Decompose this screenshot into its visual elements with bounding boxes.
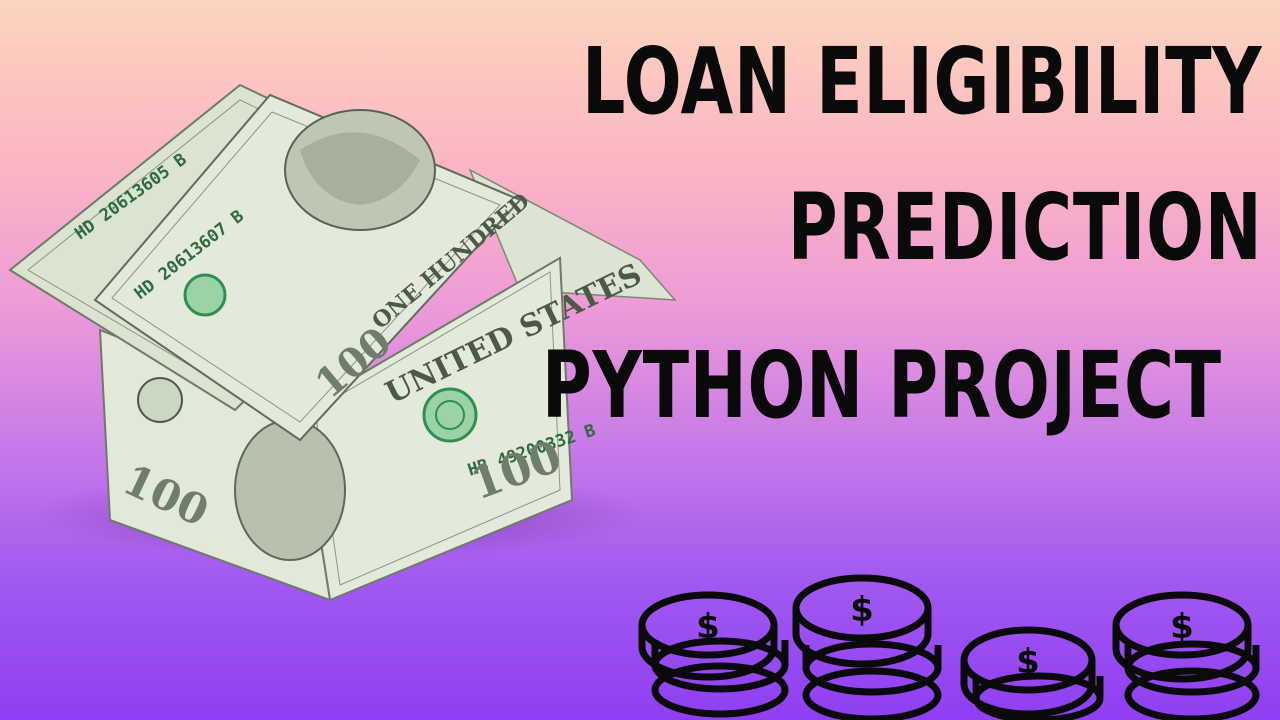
coin-dollar-symbol-4: $	[1170, 607, 1194, 647]
title-line-3: PYTHON PROJECT	[542, 332, 1222, 439]
title-line-1: LOAN ELIGIBILITY	[581, 28, 1262, 135]
title-line-2: PREDICTION	[787, 174, 1262, 281]
coin-dollar-symbol-2: $	[850, 590, 874, 630]
coin-dollar-symbol-1: $	[696, 607, 720, 647]
dollar-coin-stack-icon	[638, 574, 1260, 720]
thumbnail-canvas: HB 49200332 B 100 UNITED STATES 100 HD 2…	[0, 0, 1280, 720]
coin-dollar-symbol-3: $	[1016, 642, 1040, 682]
coin-stacks: $ $ $ $	[638, 574, 1260, 720]
